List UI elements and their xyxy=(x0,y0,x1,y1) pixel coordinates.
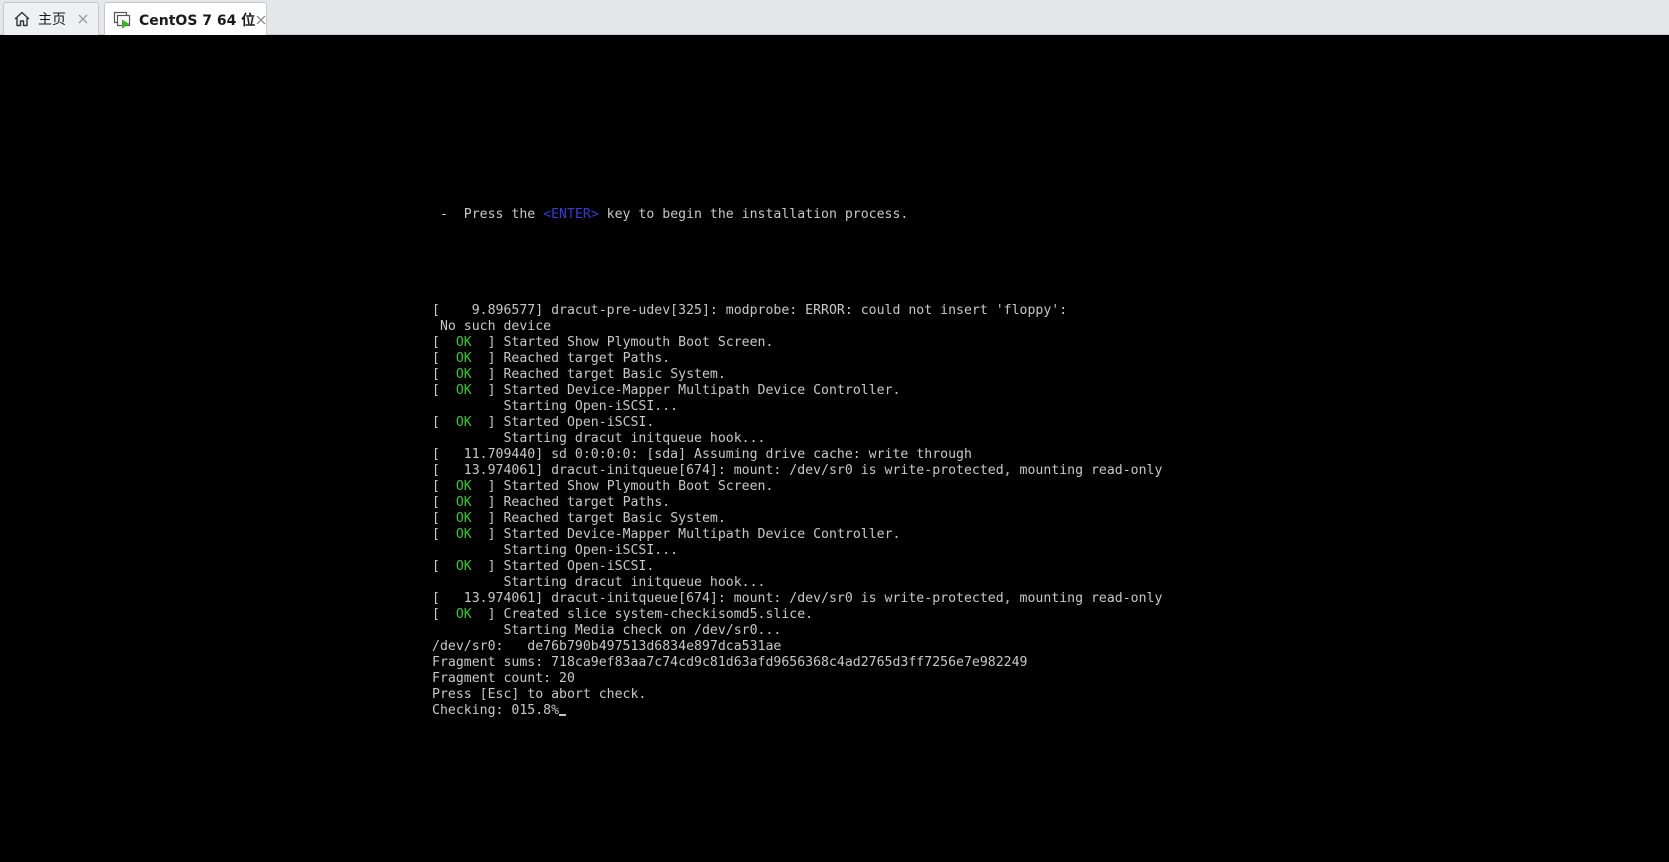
tab-home-label: 主页 xyxy=(38,12,66,28)
home-icon xyxy=(12,9,32,29)
close-icon[interactable] xyxy=(76,12,90,26)
log-line-message: ] Reached target Basic System. xyxy=(471,367,726,382)
log-line-text: [ xyxy=(432,367,456,382)
log-line-message: ] Started Show Plymouth Boot Screen. xyxy=(471,335,774,350)
log-line: [ OK ] Reached target Paths. xyxy=(432,351,1162,367)
log-line-text: [ 11.709440] sd 0:0:0:0: [sda] Assuming … xyxy=(432,447,972,462)
ok-status: OK xyxy=(455,559,472,574)
ok-status: OK xyxy=(455,335,472,350)
log-line: /dev/sr0: de76b790b497513d6834e897dca531… xyxy=(432,639,1162,655)
tab-bar: 主页 CentOS 7 64 位 xyxy=(0,0,1669,36)
log-line: [ OK ] Started Show Plymouth Boot Screen… xyxy=(432,479,1162,495)
log-line-text: Starting Media check on /dev/sr0... xyxy=(432,623,782,638)
log-line-message: ] Started Open-iSCSI. xyxy=(471,415,655,430)
ok-status: OK xyxy=(455,495,472,510)
log-line-text: [ xyxy=(432,559,456,574)
ok-status: OK xyxy=(455,351,472,366)
tab-centos-vm[interactable]: CentOS 7 64 位 xyxy=(104,2,267,36)
log-line-text: [ 13.974061] dracut-initqueue[674]: moun… xyxy=(432,463,1163,478)
log-line: Fragment count: 20 xyxy=(432,671,1162,687)
log-line-text: No such device xyxy=(432,319,552,334)
log-line: Starting dracut initqueue hook... xyxy=(432,431,1162,447)
log-line: Starting Open-iSCSI... xyxy=(432,543,1162,559)
log-line-text: [ xyxy=(432,607,456,622)
log-line-message: ] Reached target Paths. xyxy=(471,351,671,366)
ok-status: OK xyxy=(455,415,472,430)
log-line-message: ] Started Device-Mapper Multipath Device… xyxy=(471,383,901,398)
tab-home[interactable]: 主页 xyxy=(3,2,99,35)
log-line: [ OK ] Started Show Plymouth Boot Screen… xyxy=(432,335,1162,351)
log-line: Starting Open-iSCSI... xyxy=(432,399,1162,415)
log-line-message: ] Started Device-Mapper Multipath Device… xyxy=(471,527,901,542)
log-line-text: Fragment count: 20 xyxy=(432,671,575,686)
ok-status: OK xyxy=(455,607,472,622)
log-line: Starting Media check on /dev/sr0... xyxy=(432,623,1162,639)
log-line-text: [ 13.974061] dracut-initqueue[674]: moun… xyxy=(432,591,1163,606)
log-line-text: [ xyxy=(432,511,456,526)
log-line: [ OK ] Reached target Paths. xyxy=(432,495,1162,511)
log-line-text: /dev/sr0: de76b790b497513d6834e897dca531… xyxy=(432,639,782,654)
tab-centos-vm-label: CentOS 7 64 位 xyxy=(139,12,256,29)
log-line-text: Starting Open-iSCSI... xyxy=(432,543,679,558)
log-line: [ OK ] Started Device-Mapper Multipath D… xyxy=(432,383,1162,399)
log-line: [ OK ] Started Open-iSCSI. xyxy=(432,415,1162,431)
vmware-window: 主页 CentOS 7 64 位 - Press the <ENTER> key… xyxy=(0,0,1669,862)
ok-status: OK xyxy=(455,511,472,526)
log-line: Starting dracut initqueue hook... xyxy=(432,575,1162,591)
press-enter-after: key to begin the installation process. xyxy=(598,207,909,222)
log-line-text: Press [Esc] to abort check. xyxy=(432,687,647,702)
log-line: [ OK ] Reached target Basic System. xyxy=(432,367,1162,383)
log-line-text: Starting dracut initqueue hook... xyxy=(432,575,766,590)
log-lines: [ 9.896577] dracut-pre-udev[325]: modpro… xyxy=(432,303,1162,719)
vm-icon xyxy=(113,10,133,30)
boot-log: - Press the <ENTER> key to begin the ins… xyxy=(432,175,1162,751)
close-icon[interactable] xyxy=(255,13,267,27)
log-line: [ OK ] Created slice system-checkisomd5.… xyxy=(432,607,1162,623)
log-line-message: ] Started Show Plymouth Boot Screen. xyxy=(471,479,774,494)
log-line-text: [ xyxy=(432,335,456,350)
vm-console[interactable]: - Press the <ENTER> key to begin the ins… xyxy=(0,35,1669,862)
log-line-text: Starting dracut initqueue hook... xyxy=(432,431,766,446)
log-line: [ 11.709440] sd 0:0:0:0: [sda] Assuming … xyxy=(432,447,1162,463)
log-line: [ OK ] Reached target Basic System. xyxy=(432,511,1162,527)
log-line-text: [ xyxy=(432,479,456,494)
log-line-text: Checking: 015.8% xyxy=(432,703,560,718)
log-line-text: [ xyxy=(432,527,456,542)
enter-key-label: <ENTER> xyxy=(543,207,599,222)
log-line-text: [ xyxy=(432,495,456,510)
log-line-message: ] Created slice system-checkisomd5.slice… xyxy=(471,607,814,622)
ok-status: OK xyxy=(455,479,472,494)
log-line-text: [ xyxy=(432,383,456,398)
ok-status: OK xyxy=(455,367,472,382)
log-line-text: [ xyxy=(432,415,456,430)
log-line-text: Starting Open-iSCSI... xyxy=(432,399,679,414)
log-line: [ 13.974061] dracut-initqueue[674]: moun… xyxy=(432,463,1162,479)
press-enter-line: - Press the <ENTER> key to begin the ins… xyxy=(432,207,1162,223)
log-line-text: [ xyxy=(432,351,456,366)
log-line: [ 13.974061] dracut-initqueue[674]: moun… xyxy=(432,591,1162,607)
log-line: No such device xyxy=(432,319,1162,335)
ok-status: OK xyxy=(455,527,472,542)
press-enter-before: - Press the xyxy=(432,207,544,222)
log-line: Checking: 015.8% xyxy=(432,703,1162,719)
log-line-text: [ 9.896577] dracut-pre-udev[325]: modpro… xyxy=(432,303,1068,318)
log-line: Fragment sums: 718ca9ef83aa7c74cd9c81d63… xyxy=(432,655,1162,671)
log-line-message: ] Reached target Basic System. xyxy=(471,511,726,526)
log-line-message: ] Started Open-iSCSI. xyxy=(471,559,655,574)
log-line-text: Fragment sums: 718ca9ef83aa7c74cd9c81d63… xyxy=(432,655,1028,670)
log-line: [ OK ] Started Open-iSCSI. xyxy=(432,559,1162,575)
text-cursor xyxy=(559,714,567,716)
log-line: [ OK ] Started Device-Mapper Multipath D… xyxy=(432,527,1162,543)
log-line: [ 9.896577] dracut-pre-udev[325]: modpro… xyxy=(432,303,1162,319)
log-line: Press [Esc] to abort check. xyxy=(432,687,1162,703)
log-line-message: ] Reached target Paths. xyxy=(471,495,671,510)
ok-status: OK xyxy=(455,383,472,398)
